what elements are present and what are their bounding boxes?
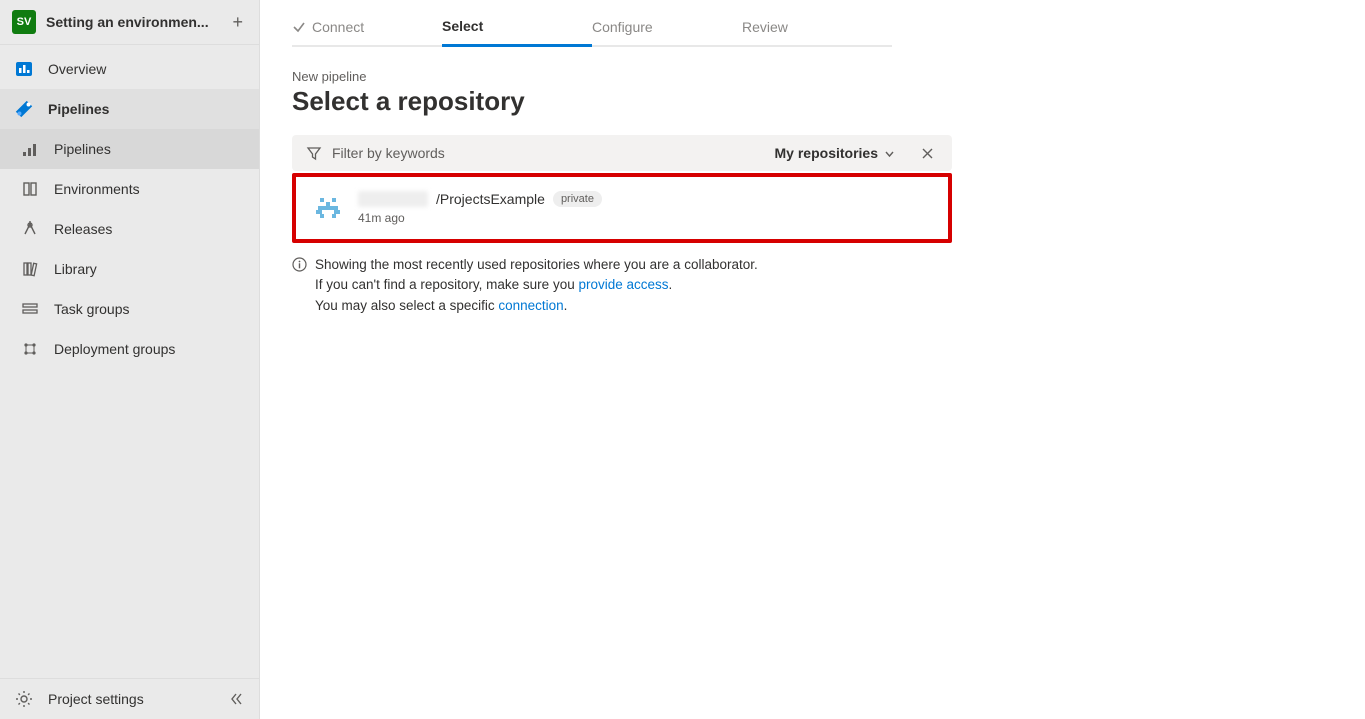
project-avatar: SV	[12, 10, 36, 34]
sidebar-footer: Project settings	[0, 678, 259, 719]
overview-icon	[14, 59, 34, 79]
releases-icon	[20, 219, 40, 239]
info-line-3: You may also select a specific connectio…	[315, 296, 758, 316]
sidebar: SV Setting an environmen... + Overview P…	[0, 0, 260, 719]
collapse-sidebar-icon[interactable]	[229, 691, 245, 707]
step-configure[interactable]: Configure	[592, 18, 742, 47]
sidebar-item-label: Library	[54, 261, 97, 277]
scope-label: My repositories	[775, 145, 878, 161]
step-review[interactable]: Review	[742, 18, 892, 47]
pipelines-sub-icon	[20, 139, 40, 159]
breadcrumb: New pipeline	[292, 69, 1333, 84]
check-icon	[292, 20, 306, 34]
repo-timestamp: 41m ago	[358, 211, 932, 225]
step-label: Connect	[312, 19, 364, 35]
deployment-groups-icon	[20, 339, 40, 359]
sidebar-subitem-environments[interactable]: Environments	[0, 169, 259, 209]
main-content: Connect Select Configure Review New pipe…	[260, 0, 1365, 719]
provide-access-link[interactable]: provide access	[578, 277, 668, 292]
sidebar-nav: Overview Pipelines Pipelines Environment…	[0, 45, 259, 678]
project-header: SV Setting an environmen... +	[0, 0, 259, 45]
filter-input[interactable]	[332, 145, 765, 161]
clear-filter-icon[interactable]	[917, 147, 938, 160]
connection-link[interactable]: connection	[498, 298, 563, 313]
sidebar-item-label: Overview	[48, 61, 106, 77]
pipelines-icon	[14, 99, 34, 119]
environments-icon	[20, 179, 40, 199]
info-line-1: Showing the most recently used repositor…	[315, 255, 758, 275]
repo-scope-dropdown[interactable]: My repositories	[775, 145, 895, 161]
repo-name: /ProjectsExample	[436, 191, 545, 207]
info-text: Showing the most recently used repositor…	[315, 255, 758, 316]
sidebar-subitem-releases[interactable]: Releases	[0, 209, 259, 249]
step-label: Configure	[592, 19, 653, 35]
sidebar-item-label: Pipelines	[54, 141, 111, 157]
task-groups-icon	[20, 299, 40, 319]
sidebar-subitem-library[interactable]: Library	[0, 249, 259, 289]
step-connect[interactable]: Connect	[292, 18, 442, 47]
repo-avatar-icon	[312, 192, 344, 224]
project-title: Setting an environmen...	[46, 14, 218, 30]
gear-icon	[14, 689, 34, 709]
chevron-down-icon	[884, 148, 895, 159]
sidebar-item-label: Environments	[54, 181, 140, 197]
project-settings-button[interactable]: Project settings	[14, 689, 144, 709]
sidebar-item-label: Pipelines	[48, 101, 109, 117]
filter-bar: My repositories	[292, 135, 952, 171]
info-line-2: If you can't find a repository, make sur…	[315, 275, 758, 295]
page-title: Select a repository	[292, 86, 1333, 117]
sidebar-item-label: Releases	[54, 221, 112, 237]
library-icon	[20, 259, 40, 279]
step-label: Review	[742, 19, 788, 35]
filter-icon	[306, 145, 322, 161]
sidebar-subitem-task-groups[interactable]: Task groups	[0, 289, 259, 329]
sidebar-subitem-deployment-groups[interactable]: Deployment groups	[0, 329, 259, 369]
sidebar-item-pipelines[interactable]: Pipelines	[0, 89, 259, 129]
add-icon[interactable]: +	[228, 12, 247, 33]
visibility-badge: private	[553, 191, 602, 207]
step-select[interactable]: Select	[442, 18, 592, 47]
wizard-steps: Connect Select Configure Review	[260, 0, 1365, 47]
repo-item[interactable]: /ProjectsExample private 41m ago	[292, 173, 952, 243]
sidebar-item-label: Task groups	[54, 301, 129, 317]
footer-label: Project settings	[48, 691, 144, 707]
sidebar-item-label: Deployment groups	[54, 341, 175, 357]
repo-details: /ProjectsExample private 41m ago	[358, 191, 932, 225]
sidebar-item-overview[interactable]: Overview	[0, 49, 259, 89]
info-icon	[292, 255, 307, 316]
step-label: Select	[442, 18, 483, 34]
repo-owner-redacted	[358, 191, 428, 207]
sidebar-subitem-pipelines[interactable]: Pipelines	[0, 129, 259, 169]
info-message: Showing the most recently used repositor…	[292, 255, 952, 316]
page-content: New pipeline Select a repository My repo…	[260, 47, 1365, 338]
